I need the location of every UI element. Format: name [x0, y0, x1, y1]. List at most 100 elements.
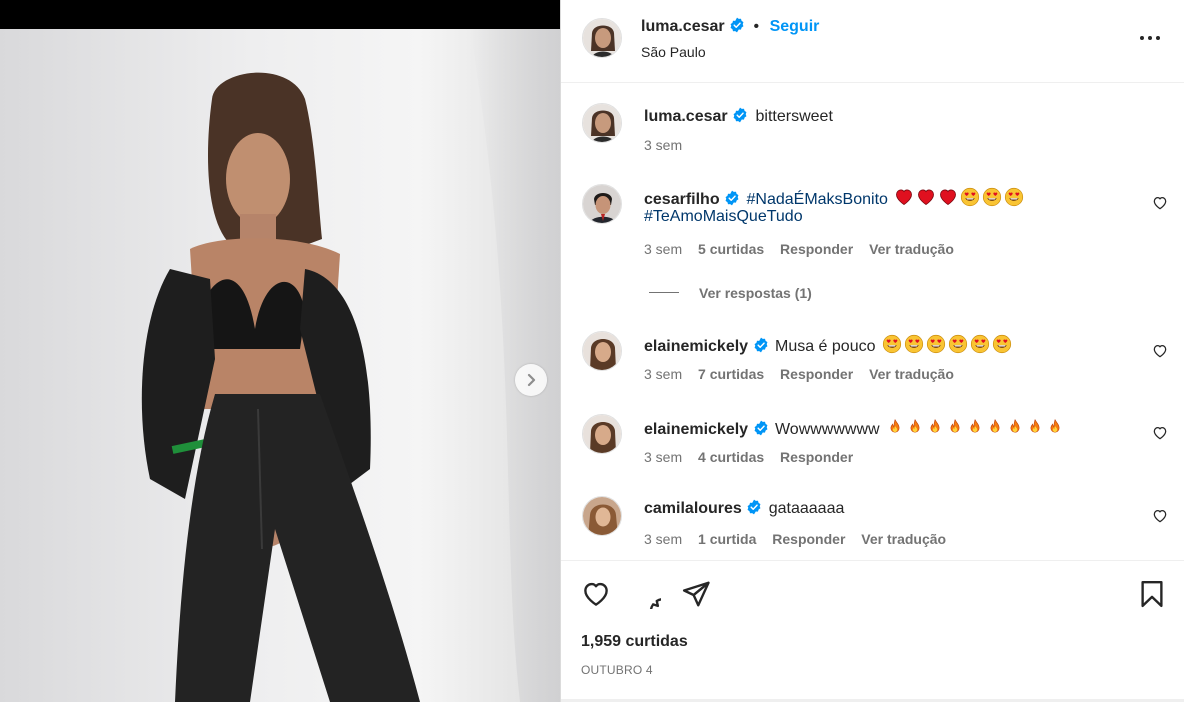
- heart-eyes-emoji: [960, 187, 980, 207]
- fire-emoji: [886, 417, 904, 437]
- comment-avatar-image: [583, 497, 621, 535]
- replies-divider: [649, 292, 679, 293]
- comment-username[interactable]: camilaloures: [644, 500, 742, 517]
- more-icon: [1140, 36, 1160, 40]
- comment-time[interactable]: 3 sem: [644, 366, 682, 382]
- comment-meta: 3 sem 7 curtidas Responder Ver tradução: [644, 366, 954, 382]
- heart-outline-icon[interactable]: [1152, 508, 1168, 524]
- comment-avatar-image: [583, 415, 621, 453]
- comment-avatar-image: [583, 185, 621, 223]
- comment-time[interactable]: 3 sem: [644, 241, 682, 257]
- heart-eyes-emoji: [982, 187, 1002, 207]
- share-icon[interactable]: [681, 579, 711, 609]
- comment-likes[interactable]: 4 curtidas: [698, 449, 764, 465]
- header-separator: •: [753, 18, 760, 35]
- follow-button[interactable]: Seguir: [770, 18, 820, 35]
- fire-emoji: [986, 417, 1004, 437]
- caption-avatar-image: [583, 104, 621, 142]
- comment-username[interactable]: cesarfilho: [644, 191, 720, 208]
- heart-eyes-emoji: [948, 334, 968, 354]
- comment: elainemickely Musa é pouco: [644, 334, 1012, 356]
- post-location[interactable]: São Paulo: [641, 44, 706, 60]
- translate-button[interactable]: Ver tradução: [861, 531, 946, 547]
- heart-emoji: [938, 187, 958, 207]
- verified-icon: [753, 420, 769, 436]
- comment-meta: 3 sem 5 curtidas Responder Ver tradução: [644, 241, 954, 257]
- likes-count[interactable]: 1,959 curtidas: [581, 633, 688, 651]
- translate-button[interactable]: Ver tradução: [869, 366, 954, 382]
- comment-meta: 3 sem 1 curtida Responder Ver tradução: [644, 531, 946, 547]
- heart-eyes-emoji: [904, 334, 924, 354]
- comment: cesarfilho #NadaÉMaksBonito: [644, 187, 1024, 209]
- verified-icon: [753, 337, 769, 353]
- comment-avatar-elainemickely[interactable]: [582, 414, 622, 454]
- verified-icon: [724, 190, 740, 206]
- reply-button[interactable]: Responder: [780, 241, 853, 257]
- post-sidebar: luma.cesar • Seguir São Paulo ••• luma.c…: [560, 0, 1184, 702]
- heart-outline-icon[interactable]: [1152, 195, 1168, 211]
- reply-button[interactable]: Responder: [780, 449, 853, 465]
- comment-icon[interactable]: [631, 579, 661, 609]
- comment-avatar-cesarfilho[interactable]: [582, 184, 622, 224]
- author-username[interactable]: luma.cesar: [641, 18, 725, 35]
- media-top-bar: [0, 0, 560, 29]
- fire-emoji: [1006, 417, 1024, 437]
- verified-icon: [732, 107, 748, 123]
- post-media: [0, 0, 560, 702]
- comment: elainemickely Wowwwwwww: [644, 417, 1064, 439]
- comment-text: Musa é pouco: [774, 338, 876, 355]
- heart-eyes-emoji: [882, 334, 902, 354]
- caption-avatar[interactable]: [582, 103, 622, 143]
- verified-icon: [729, 17, 745, 33]
- author-avatar-image: [583, 19, 621, 57]
- comment-likes[interactable]: 5 curtidas: [698, 241, 764, 257]
- chevron-right-icon: [527, 373, 536, 387]
- heart-outline-icon[interactable]: [1152, 343, 1168, 359]
- comment-meta: 3 sem 4 curtidas Responder: [644, 449, 853, 465]
- more-options-button[interactable]: •••: [1139, 30, 1161, 46]
- comment-time[interactable]: 3 sem: [644, 449, 682, 465]
- heart-eyes-emoji: [926, 334, 946, 354]
- post-photo: [0, 29, 560, 702]
- view-replies-button[interactable]: Ver respostas (1): [699, 285, 812, 301]
- heart-eyes-emoji: [1004, 187, 1024, 207]
- fire-emoji: [906, 417, 924, 437]
- verified-icon: [746, 499, 762, 515]
- reply-button[interactable]: Responder: [780, 366, 853, 382]
- comment-text: Wowwwwwww: [774, 421, 880, 438]
- heart-outline-icon[interactable]: [581, 579, 611, 609]
- translate-button[interactable]: Ver tradução: [869, 241, 954, 257]
- caption: luma.cesar bittersweet: [644, 107, 833, 126]
- caption-username[interactable]: luma.cesar: [644, 108, 728, 125]
- post-header: luma.cesar • Seguir São Paulo •••: [561, 0, 1184, 83]
- heart-eyes-emoji: [970, 334, 990, 354]
- caption-text: bittersweet: [755, 108, 833, 125]
- fire-emoji: [966, 417, 984, 437]
- post-date[interactable]: OUTUBRO 4: [581, 663, 653, 677]
- heart-eyes-emoji: [992, 334, 1012, 354]
- comment-likes[interactable]: 1 curtida: [698, 531, 756, 547]
- comment-avatar-image: [583, 332, 621, 370]
- fire-emoji: [926, 417, 944, 437]
- fire-emoji: [946, 417, 964, 437]
- fire-emoji: [1046, 417, 1064, 437]
- comment: camilaloures gataaaaaa: [644, 499, 844, 518]
- comment-username[interactable]: elainemickely: [644, 421, 748, 438]
- heart-emoji: [916, 187, 936, 207]
- comment-text: gataaaaaa: [768, 500, 845, 517]
- comment-avatar-camilaloures[interactable]: [582, 496, 622, 536]
- heart-emoji: [894, 187, 914, 207]
- caption-time[interactable]: 3 sem: [644, 137, 682, 153]
- comment-time[interactable]: 3 sem: [644, 531, 682, 547]
- reply-button[interactable]: Responder: [772, 531, 845, 547]
- author-avatar[interactable]: [582, 18, 622, 58]
- hashtag-link[interactable]: #NadaÉMaksBonito: [747, 191, 888, 208]
- comment-username[interactable]: elainemickely: [644, 338, 748, 355]
- comment-avatar-elainemickely[interactable]: [582, 331, 622, 371]
- hashtag-link[interactable]: #TeAmoMaisQueTudo: [644, 208, 803, 226]
- bookmark-icon[interactable]: [1137, 579, 1167, 609]
- fire-emoji: [1026, 417, 1044, 437]
- heart-outline-icon[interactable]: [1152, 425, 1168, 441]
- comment-likes[interactable]: 7 curtidas: [698, 366, 764, 382]
- next-photo-button[interactable]: [515, 364, 547, 396]
